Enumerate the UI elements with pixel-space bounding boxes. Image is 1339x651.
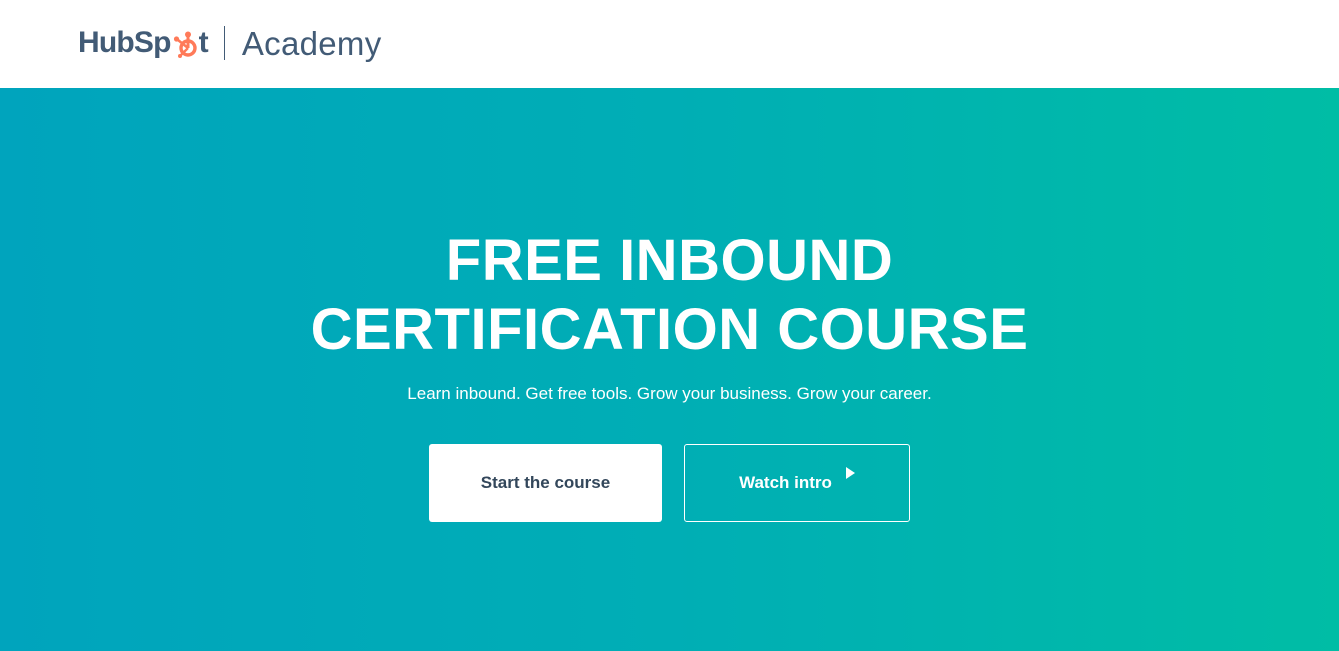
site-header: HubSp t Academy (0, 0, 1339, 88)
hero-banner: FREE INBOUND CERTIFICATION COURSE Learn … (0, 88, 1339, 651)
hubspot-wordmark-prefix: HubSp (78, 26, 171, 59)
hero-title: FREE INBOUND CERTIFICATION COURSE (0, 226, 1339, 364)
hero-subtitle: Learn inbound. Get free tools. Grow your… (407, 384, 932, 403)
hero-title-line-2: CERTIFICATION COURSE (310, 297, 1029, 362)
hubspot-wordmark-suffix: t (198, 26, 209, 59)
hubspot-academy-logo[interactable]: HubSp t Academy (78, 20, 382, 66)
hubspot-wordmark: HubSp t (78, 26, 209, 59)
hubspot-sprocket-icon (173, 31, 197, 58)
play-icon (845, 467, 855, 479)
logo-divider (223, 26, 225, 60)
watch-intro-button-label: Watch intro (739, 473, 832, 492)
start-course-button-label: Start the course (480, 473, 611, 492)
hero-title-line-1: FREE INBOUND (445, 228, 894, 293)
start-course-button[interactable]: Start the course (429, 444, 662, 522)
academy-wordmark: Academy (241, 24, 382, 62)
watch-intro-button[interactable]: Watch intro (684, 444, 910, 522)
